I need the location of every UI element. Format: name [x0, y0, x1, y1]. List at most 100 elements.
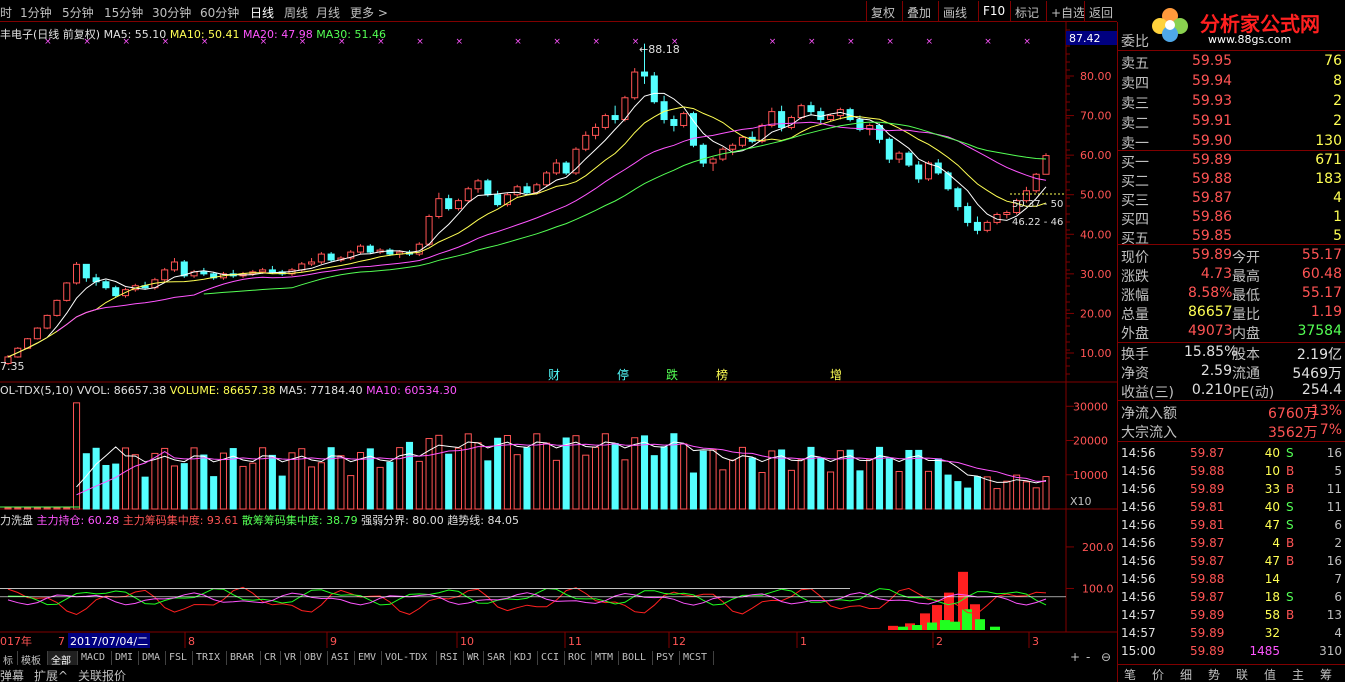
- trade-price: 59.87: [1190, 590, 1225, 604]
- zoom-out-button[interactable]: -: [1086, 650, 1090, 664]
- candle-body: [915, 164, 923, 180]
- indicator-tab[interactable]: MCST: [680, 651, 714, 665]
- indicator-tab[interactable]: VR: [281, 651, 301, 665]
- indicator-tab[interactable]: BOLL: [619, 651, 653, 665]
- event-marker[interactable]: 榜: [716, 367, 728, 382]
- related-quote-button[interactable]: 关联报价: [78, 667, 126, 682]
- volume-bar: [699, 450, 707, 510]
- panel-tab[interactable]: 主: [1292, 666, 1304, 682]
- order-price: 59.89: [1192, 152, 1233, 168]
- event-marker[interactable]: 跌: [666, 367, 678, 382]
- volume-bar: [229, 448, 237, 510]
- trade-time: 14:56: [1121, 572, 1156, 586]
- toolbar-button[interactable]: 画线: [938, 1, 971, 21]
- flow-row: 大宗流入 3562万 7%: [1118, 421, 1345, 441]
- panel-tab[interactable]: 联: [1236, 666, 1248, 682]
- event-marker[interactable]: 财: [548, 368, 560, 382]
- indicator-tab[interactable]: TRIX: [193, 651, 227, 665]
- panel-tab[interactable]: 筹: [1320, 666, 1332, 682]
- event-marker[interactable]: 停: [617, 367, 629, 382]
- indicator-tab[interactable]: PSY: [653, 651, 680, 665]
- indicator-tab[interactable]: 全部: [48, 651, 78, 667]
- toolbar-button[interactable]: 返回: [1084, 1, 1117, 21]
- trade-volume: 40: [1264, 446, 1280, 460]
- stat-value: 49073: [1188, 323, 1233, 339]
- period-tab[interactable]: 周线: [284, 4, 308, 21]
- price-tick-label: 30.00: [1080, 268, 1112, 281]
- indicator-tab[interactable]: 标: [0, 651, 18, 667]
- panel-tab[interactable]: 值: [1264, 666, 1276, 682]
- price-tick-label: 50.00: [1080, 189, 1112, 202]
- period-tab[interactable]: 月线: [316, 4, 340, 21]
- indicator-tab[interactable]: WR: [464, 651, 484, 665]
- indicator-tab[interactable]: DMI: [112, 651, 139, 665]
- volume-info-line: OL-TDX(5,10) VVOL: 86657.38 VOLUME: 8665…: [0, 384, 457, 397]
- period-tab[interactable]: 30分钟: [152, 4, 191, 21]
- indicator-tab[interactable]: ROC: [565, 651, 592, 665]
- indicator-tab[interactable]: 模板: [18, 651, 48, 667]
- volume-bar: [494, 437, 502, 510]
- volume-bar: [1022, 481, 1030, 510]
- indicator-tab[interactable]: SAR: [484, 651, 511, 665]
- panel-tab[interactable]: 细: [1180, 666, 1192, 682]
- danmu-button[interactable]: 弹幕: [0, 667, 24, 682]
- period-tab[interactable]: 时: [0, 4, 12, 21]
- stock-name: 丰电子(日线 前复权): [0, 28, 101, 41]
- indicator-name: 力洗盘: [0, 514, 33, 527]
- indicator-tab[interactable]: EMV: [355, 651, 382, 665]
- panel-tab[interactable]: 势: [1208, 666, 1220, 682]
- panel-tab[interactable]: 笔: [1124, 666, 1136, 682]
- indicator-green-bar: [927, 622, 937, 630]
- stat-row: 现价 59.89 今开 55.17: [1118, 246, 1345, 266]
- bottom-bar: 弹幕 扩展^ 关联报价: [0, 666, 1117, 682]
- toolbar-button[interactable]: 复权: [866, 1, 899, 21]
- trade-price: 59.88: [1190, 464, 1225, 478]
- indicator-tab[interactable]: FSL: [166, 651, 193, 665]
- volume-bar: [33, 507, 41, 510]
- toolbar-button[interactable]: 叠加: [902, 1, 935, 21]
- indicator-tab[interactable]: MTM: [592, 651, 619, 665]
- top-marker: ×: [984, 37, 992, 47]
- trade-time: 14:56: [1121, 482, 1156, 496]
- candle-body: [82, 263, 90, 279]
- indicator-tab[interactable]: ASI: [328, 651, 355, 665]
- order-price: 59.90: [1192, 133, 1233, 149]
- indicator-tab[interactable]: BRAR: [227, 651, 261, 665]
- indicator-tab[interactable]: CCI: [538, 651, 565, 665]
- toolbar-button[interactable]: +自选: [1046, 1, 1089, 21]
- volume-bar: [660, 446, 668, 510]
- order-volume: 130: [1315, 133, 1342, 149]
- trade-volume: 32: [1264, 626, 1280, 640]
- period-tab[interactable]: 5分钟: [62, 4, 94, 21]
- vol-ma10-value: MA10: 60534.30: [366, 384, 457, 397]
- chart-area[interactable]: × × × × × × × × × × × × × × × × × × × × × × × 87.4280.0070.0060…: [0, 22, 1117, 650]
- panel-tab[interactable]: 价: [1152, 666, 1164, 682]
- indicator-tab[interactable]: KDJ: [511, 651, 538, 665]
- trade-price: 59.89: [1190, 644, 1225, 658]
- indicator-tab[interactable]: VOL-TDX: [382, 651, 437, 665]
- indicator-tab[interactable]: CR: [261, 651, 281, 665]
- indicator-tab[interactable]: DMA: [139, 651, 166, 665]
- period-tab[interactable]: 1分钟: [20, 4, 52, 21]
- chart-bg: [0, 22, 1117, 650]
- top-marker: ×: [416, 37, 424, 47]
- period-tab[interactable]: 日线: [250, 4, 274, 21]
- separator: [1118, 664, 1345, 665]
- stat-value: 59.89: [1191, 247, 1232, 263]
- toolbar-button[interactable]: F10: [978, 1, 1009, 21]
- period-tab[interactable]: 更多 >: [350, 4, 388, 21]
- volume-bar: [288, 452, 296, 510]
- indicator-tab[interactable]: OBV: [301, 651, 328, 665]
- zoom-in-button[interactable]: +: [1070, 650, 1080, 664]
- volume-bar: [43, 507, 51, 510]
- ma20-value: MA20: 47.98: [243, 28, 313, 41]
- period-tab[interactable]: 15分钟: [104, 4, 143, 21]
- indicator-tab[interactable]: MACD: [78, 651, 112, 665]
- toolbar-button[interactable]: 标记: [1010, 1, 1043, 21]
- period-tab[interactable]: 60分钟: [200, 4, 239, 21]
- event-marker[interactable]: 增: [830, 368, 842, 382]
- volume-bar: [210, 476, 218, 510]
- expand-button[interactable]: 扩展^: [34, 667, 68, 682]
- zoom-reset-button[interactable]: ⊖: [1101, 650, 1111, 664]
- indicator-tab[interactable]: RSI: [437, 651, 464, 665]
